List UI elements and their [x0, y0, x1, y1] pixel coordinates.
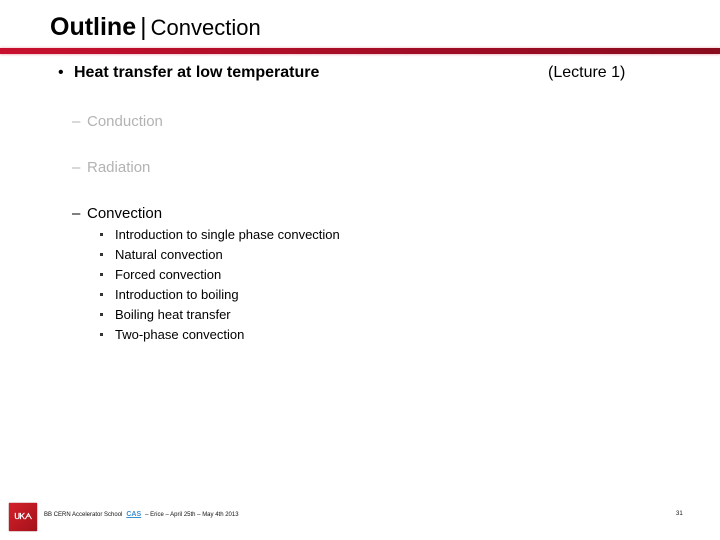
lecture-note: (Lecture 1): [548, 64, 626, 81]
square-bullet-icon: [100, 253, 103, 257]
square-bullet-icon: [100, 313, 103, 317]
slide-title-main: Outline: [50, 13, 137, 41]
sub-item: Introduction to boiling: [100, 287, 239, 302]
sub-item: Natural convection: [100, 247, 223, 262]
sub-item-label: Two-phase convection: [115, 327, 245, 342]
square-bullet-icon: [100, 293, 103, 297]
outline-item-label: Convection: [87, 205, 163, 222]
outline-item-label: Conduction: [87, 113, 163, 130]
outline-item-radiation: – Radiation: [72, 159, 150, 176]
outline-item-label: Radiation: [87, 159, 151, 176]
square-bullet-icon: [100, 273, 103, 277]
institution-logo-text: ᑌᏦᗅ: [14, 512, 32, 521]
sub-item: Introduction to single phase convection: [100, 227, 340, 242]
title-divider: [0, 48, 720, 54]
title-separator: |: [140, 13, 147, 41]
sub-item: Boiling heat transfer: [100, 307, 231, 322]
sub-item: Two-phase convection: [100, 327, 244, 342]
footer-event-info: BB CERN Accelerator School CAS – Erice – A…: [44, 511, 239, 518]
slide-title-sub: Convection: [150, 15, 261, 40]
outline-level1-item: • Heat transfer at low temperature: [58, 64, 319, 82]
outline-level1-text: Heat transfer at low temperature: [74, 64, 320, 81]
sub-item-label: Boiling heat transfer: [115, 307, 231, 322]
dash-icon: –: [72, 205, 81, 222]
slide-title: Outline | Convection: [50, 10, 261, 45]
sub-item-label: Forced convection: [115, 267, 222, 282]
bullet-icon: •: [58, 64, 64, 81]
cas-logo-icon: CAS: [126, 511, 142, 518]
sub-item-label: Introduction to single phase convection: [115, 227, 340, 242]
outline-item-conduction: – Conduction: [72, 113, 163, 130]
dash-icon: –: [72, 159, 81, 176]
page-number: 31: [676, 511, 683, 517]
sub-item: Forced convection: [100, 267, 221, 282]
square-bullet-icon: [100, 333, 103, 337]
footer-school-name: BB CERN Accelerator School: [44, 512, 123, 518]
square-bullet-icon: [100, 233, 103, 237]
footer-event-dates: – Erice – April 25th – May 4th 2013: [145, 512, 239, 518]
dash-icon: –: [72, 113, 81, 130]
outline-item-convection: – Convection: [72, 205, 162, 222]
institution-logo-icon: ᑌᏦᗅ: [9, 503, 37, 531]
sub-item-label: Introduction to boiling: [115, 287, 239, 302]
sub-item-label: Natural convection: [115, 247, 223, 262]
